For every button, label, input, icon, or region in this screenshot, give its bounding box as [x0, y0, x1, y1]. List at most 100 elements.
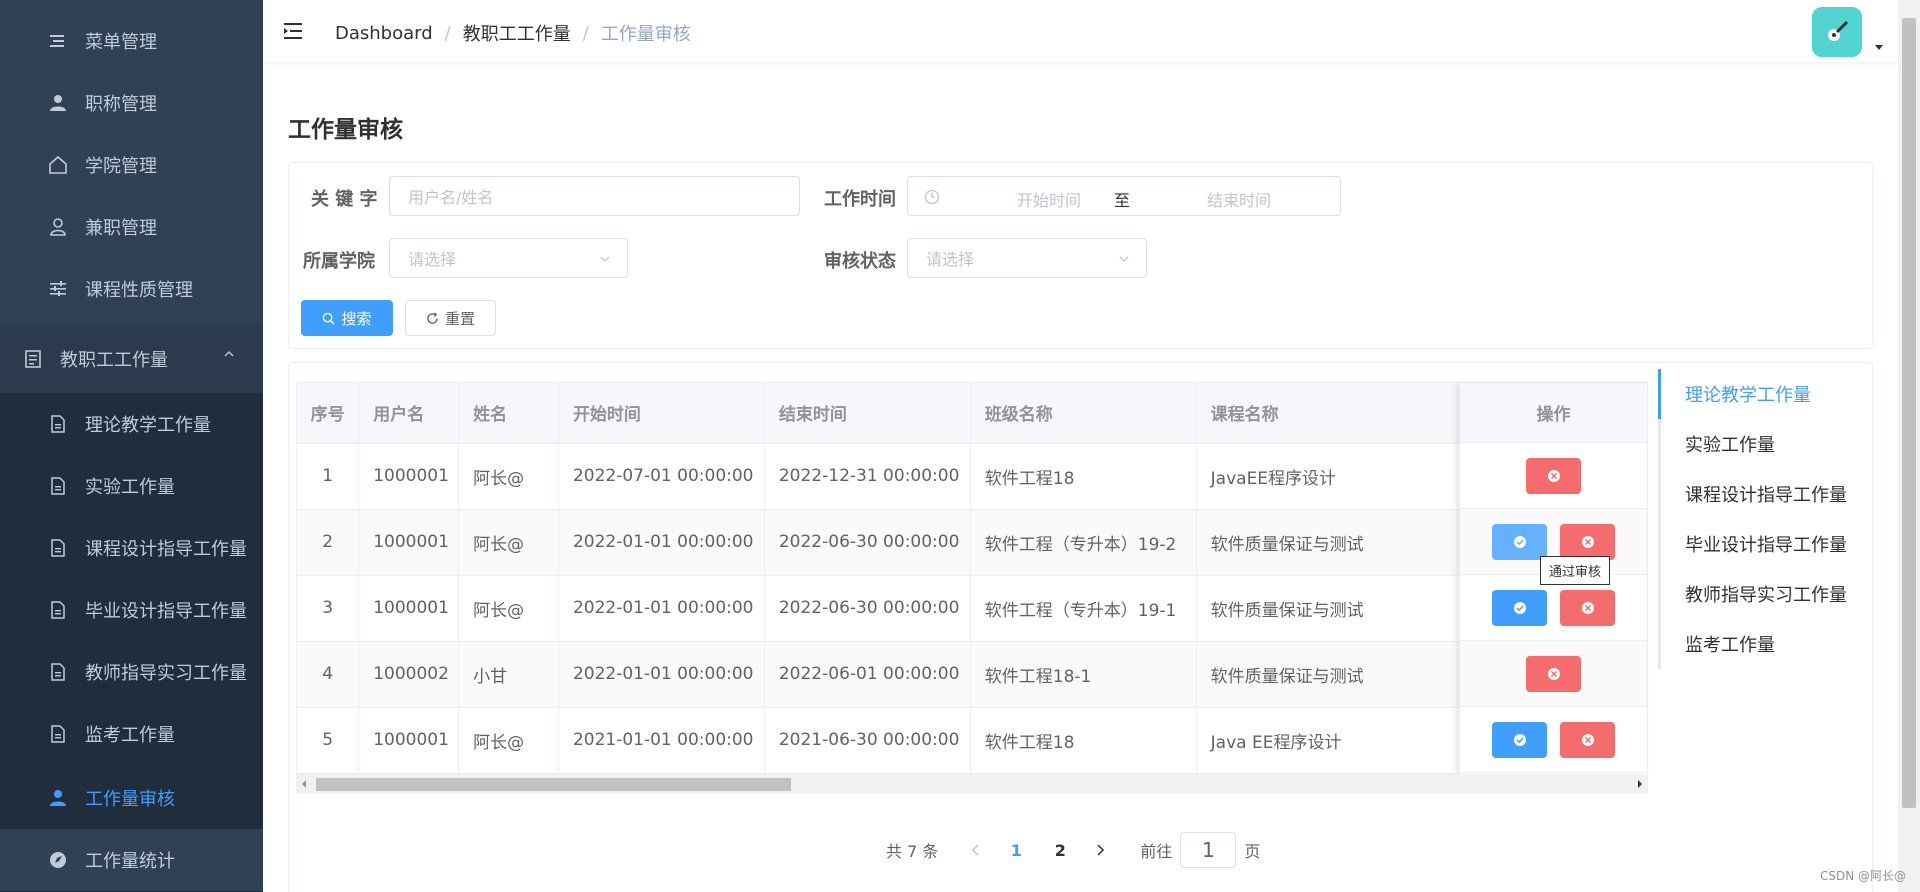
sliders-icon	[47, 278, 69, 300]
scrollbar-thumb[interactable]	[316, 778, 791, 791]
cell-start-time: 2022-01-01 00:00:00	[558, 575, 765, 642]
nav-invigilation[interactable]: 监考工作量	[1661, 619, 1858, 669]
reject-button[interactable]	[1526, 458, 1581, 494]
sidebar-item-workload-statistics[interactable]: 工作量统计	[0, 829, 263, 891]
page-title: 工作量审核	[288, 117, 403, 143]
column-header-start-time: 开始时间	[558, 383, 765, 444]
page-number[interactable]: 1	[994, 832, 1038, 868]
reject-button[interactable]	[1560, 722, 1615, 758]
page-number[interactable]: 2	[1038, 832, 1082, 868]
scrollbar-thumb[interactable]	[1902, 18, 1916, 808]
avatar-guitar-icon	[1828, 20, 1849, 41]
sidebar-item-theory-teaching[interactable]: 理论教学工作量	[0, 393, 263, 455]
worktime-range-picker[interactable]: 开始时间 至 结束时间	[907, 176, 1341, 216]
reset-button-label: 重置	[444, 309, 475, 328]
table-row: 3 1000001 阿长@ 2022-01-01 00:00:00 2022-0…	[297, 575, 1647, 642]
column-header-index: 序号	[297, 383, 360, 444]
worktime-label: 工作时间	[824, 189, 896, 210]
document-icon	[22, 348, 44, 370]
scroll-left-icon[interactable]	[300, 780, 308, 788]
scroll-right-icon[interactable]	[1636, 780, 1644, 788]
cell-class-name: 软件工程18	[970, 707, 1197, 774]
approve-button[interactable]	[1492, 524, 1547, 560]
college-select[interactable]: 请选择	[389, 238, 628, 278]
top-navbar: Dashboard / 教职工工作量 / 工作量审核	[263, 0, 1920, 62]
user-icon	[47, 787, 69, 809]
table-horizontal-scrollbar[interactable]	[296, 774, 1648, 794]
sidebar-item-internship[interactable]: 教师指导实习工作量	[0, 641, 263, 703]
table-header-row: 序号 用户名 姓名 开始时间 结束时间 班级名称 课程名称	[297, 383, 1647, 444]
nav-course-design[interactable]: 课程设计指导工作量	[1661, 469, 1858, 519]
sidebar-item-label: 毕业设计指导工作量	[85, 601, 247, 622]
pagination: 共 7 条 1 2 前往 1 页	[886, 832, 1260, 868]
sidebar-item-invigilation[interactable]: 监考工作量	[0, 703, 263, 765]
sidebar-item-label: 实验工作量	[85, 477, 175, 498]
check-circle-icon	[1513, 602, 1526, 614]
breadcrumb: Dashboard / 教职工工作量 / 工作量审核	[335, 20, 691, 46]
status-select[interactable]: 请选择	[907, 238, 1147, 278]
reject-button[interactable]	[1560, 524, 1615, 560]
ops-row	[1460, 443, 1647, 509]
breadcrumb-staff-workload[interactable]: 教职工工作量	[463, 20, 571, 46]
page-jumper: 前往 1 页	[1140, 832, 1260, 868]
sidebar-item-college-management[interactable]: 学院管理	[0, 134, 263, 196]
breadcrumb-dashboard[interactable]: Dashboard	[335, 23, 433, 44]
caret-down-icon[interactable]	[1874, 42, 1884, 52]
keyword-input[interactable]: 用户名/姓名	[389, 176, 800, 216]
nav-graduation-design[interactable]: 毕业设计指导工作量	[1661, 519, 1858, 569]
approve-button[interactable]	[1492, 590, 1547, 626]
sidebar-item-course-nature-management[interactable]: 课程性质管理	[0, 258, 263, 320]
range-separator: 至	[1114, 191, 1131, 210]
sidebar-item-label: 课程设计指导工作量	[85, 539, 247, 560]
avatar[interactable]	[1812, 7, 1862, 57]
cell-start-time: 2021-01-01 00:00:00	[558, 707, 765, 774]
sidebar-item-graduation-design[interactable]: 毕业设计指导工作量	[0, 579, 263, 641]
close-circle-icon	[1581, 734, 1594, 746]
cell-username: 1000001	[358, 443, 460, 510]
cell-index: 5	[297, 707, 360, 774]
search-button[interactable]: 搜索	[301, 300, 393, 336]
reject-button[interactable]	[1560, 590, 1615, 626]
workload-type-nav: 理论教学工作量 实验工作量 课程设计指导工作量 毕业设计指导工作量 教师指导实习…	[1658, 369, 1858, 669]
cell-end-time: 2022-06-01 00:00:00	[764, 641, 971, 708]
keyword-placeholder: 用户名/姓名	[408, 188, 494, 207]
cell-end-time: 2022-06-30 00:00:00	[764, 509, 971, 576]
table-row: 4 1000002 小甘 2022-01-01 00:00:00 2022-06…	[297, 641, 1647, 708]
reset-button[interactable]: 重置	[405, 300, 496, 336]
breadcrumb-separator: /	[444, 22, 451, 44]
nav-experiment[interactable]: 实验工作量	[1661, 419, 1858, 469]
column-header-end-time: 结束时间	[764, 383, 971, 444]
sidebar-group-staff-workload[interactable]: 教职工工作量	[0, 324, 263, 393]
column-header-username: 用户名	[358, 383, 460, 444]
reject-button[interactable]	[1526, 656, 1581, 692]
sidebar: 菜单管理 职称管理 学院管理 兼职管理 课程性质管理 教职工工作量 理论教学工作…	[0, 0, 263, 892]
sidebar-item-course-design[interactable]: 课程设计指导工作量	[0, 517, 263, 579]
cell-start-time: 2022-01-01 00:00:00	[558, 641, 765, 708]
hamburger-icon[interactable]	[283, 20, 305, 42]
sidebar-item-title-management[interactable]: 职称管理	[0, 72, 263, 134]
home-icon	[47, 154, 69, 176]
nav-theory-teaching[interactable]: 理论教学工作量	[1658, 369, 1858, 419]
college-placeholder: 请选择	[408, 250, 457, 269]
sidebar-item-workload-review[interactable]: 工作量审核	[0, 767, 263, 829]
cell-class-name: 软件工程（专升本）19-1	[970, 575, 1197, 642]
nav-internship[interactable]: 教师指导实习工作量	[1661, 569, 1858, 619]
sidebar-item-parttime-management[interactable]: 兼职管理	[0, 196, 263, 258]
next-page-button[interactable]	[1082, 832, 1118, 868]
goto-page-input[interactable]: 1	[1180, 832, 1237, 868]
file-icon	[47, 537, 69, 559]
cell-course-name: JavaEE程序设计	[1196, 443, 1459, 510]
sidebar-item-label: 工作量统计	[85, 851, 175, 872]
sidebar-item-label: 兼职管理	[85, 218, 157, 239]
chevron-right-icon	[1097, 844, 1105, 856]
sidebar-group-label: 教职工工作量	[60, 349, 168, 371]
cell-name: 阿长@	[458, 443, 559, 510]
sidebar-item-menu-management[interactable]: 菜单管理	[0, 10, 263, 72]
approve-button[interactable]	[1492, 722, 1547, 758]
file-icon	[47, 599, 69, 621]
sidebar-item-experiment[interactable]: 实验工作量	[0, 455, 263, 517]
prev-page-button[interactable]	[958, 832, 994, 868]
chevron-down-icon	[600, 256, 610, 262]
page-scrollbar[interactable]	[1898, 0, 1920, 892]
status-label: 审核状态	[824, 251, 896, 272]
